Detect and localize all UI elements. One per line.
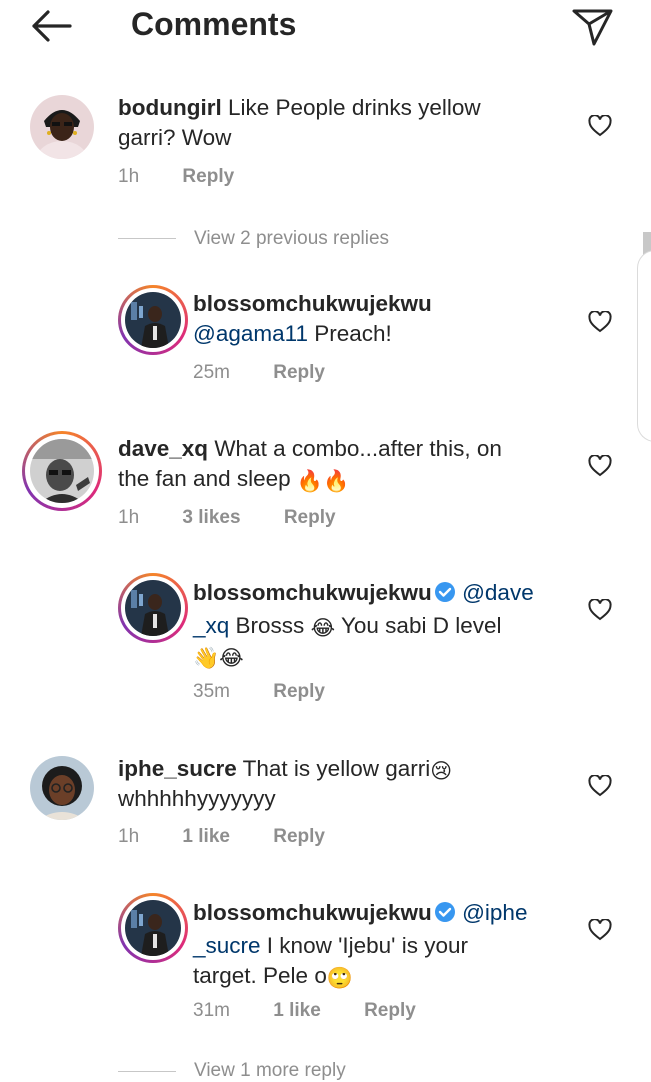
avatar[interactable] (118, 893, 188, 963)
comment-text: Preach! (308, 321, 392, 346)
comment-time: 25m (193, 362, 230, 383)
mention-link[interactable]: _sucre (193, 933, 261, 958)
avatar[interactable] (118, 573, 188, 643)
comment-text: That is yellow garri (236, 756, 431, 781)
mention-link[interactable]: @iphe (462, 900, 527, 925)
crying-emoji: 😢 (430, 760, 453, 783)
comment-username[interactable]: bodungirl (118, 95, 222, 120)
divider (118, 238, 176, 239)
comment-text: target. Pele o (193, 963, 327, 988)
comment-text: Like People drinks yellow (221, 95, 481, 120)
comment-text: I know 'Ijebu' is your (260, 933, 468, 958)
comment-text: whhhhhyyyyyyy (118, 786, 276, 811)
avatar[interactable] (118, 285, 188, 355)
comment-username[interactable]: blossomchukwujekwu (193, 900, 432, 925)
eye-roll-emoji: 🙄 (326, 967, 353, 990)
likes-count[interactable]: 1 like (273, 1000, 321, 1021)
comment-time: 1h (118, 507, 140, 528)
mention-link[interactable]: @agama11 (193, 321, 308, 346)
laughing-emoji: 😂 (310, 617, 336, 640)
view-previous-replies-button[interactable]: View 2 previous replies (194, 228, 389, 250)
comment-username[interactable]: blossomchukwujekwu (193, 291, 432, 316)
top-bar: Comments (0, 0, 651, 56)
wave-laugh-emoji: 👋😂 (193, 647, 244, 670)
avatar[interactable] (22, 431, 102, 511)
comment-text: garri? Wow (118, 125, 232, 150)
heart-icon[interactable] (588, 918, 612, 941)
divider (118, 1071, 176, 1072)
verified-badge-icon (434, 581, 456, 611)
comment-text: Brosss (229, 613, 311, 638)
back-arrow-icon[interactable] (28, 6, 74, 46)
verified-badge-icon (434, 901, 456, 931)
paper-plane-icon[interactable] (570, 4, 616, 48)
reply-button[interactable]: Reply (284, 507, 336, 528)
heart-icon[interactable] (588, 598, 612, 621)
heart-icon[interactable] (588, 114, 612, 137)
comment-text: the fan and sleep (118, 466, 297, 491)
comment-time: 35m (193, 681, 230, 702)
comment-username[interactable]: blossomchukwujekwu (193, 580, 432, 605)
reply-button[interactable]: Reply (273, 681, 325, 702)
comment-text: You sabi D level (335, 613, 502, 638)
comment-time: 31m (193, 1000, 230, 1021)
reply-button[interactable]: Reply (182, 166, 234, 187)
edge-panel-handle[interactable] (637, 250, 651, 442)
likes-count[interactable]: 1 like (182, 826, 230, 847)
fire-emoji: 🔥🔥 (296, 470, 350, 493)
reply-button[interactable]: Reply (273, 362, 325, 383)
comment-text: What a combo...after this, on (208, 436, 502, 461)
comment-username[interactable]: iphe_sucre (118, 756, 237, 781)
likes-count[interactable]: 3 likes (182, 507, 240, 528)
heart-icon[interactable] (588, 774, 612, 797)
mention-link[interactable]: @dave (462, 580, 534, 605)
heart-icon[interactable] (588, 454, 612, 477)
comment-time: 1h (118, 826, 140, 847)
reply-button[interactable]: Reply (364, 1000, 416, 1021)
mention-link[interactable]: _xq (193, 613, 229, 638)
comment-time: 1h (118, 166, 140, 187)
heart-icon[interactable] (588, 310, 612, 333)
page-title: Comments (131, 6, 297, 42)
avatar[interactable] (30, 756, 94, 820)
comment-username[interactable]: dave_xq (118, 436, 208, 461)
reply-button[interactable]: Reply (273, 826, 325, 847)
avatar[interactable] (30, 95, 94, 159)
